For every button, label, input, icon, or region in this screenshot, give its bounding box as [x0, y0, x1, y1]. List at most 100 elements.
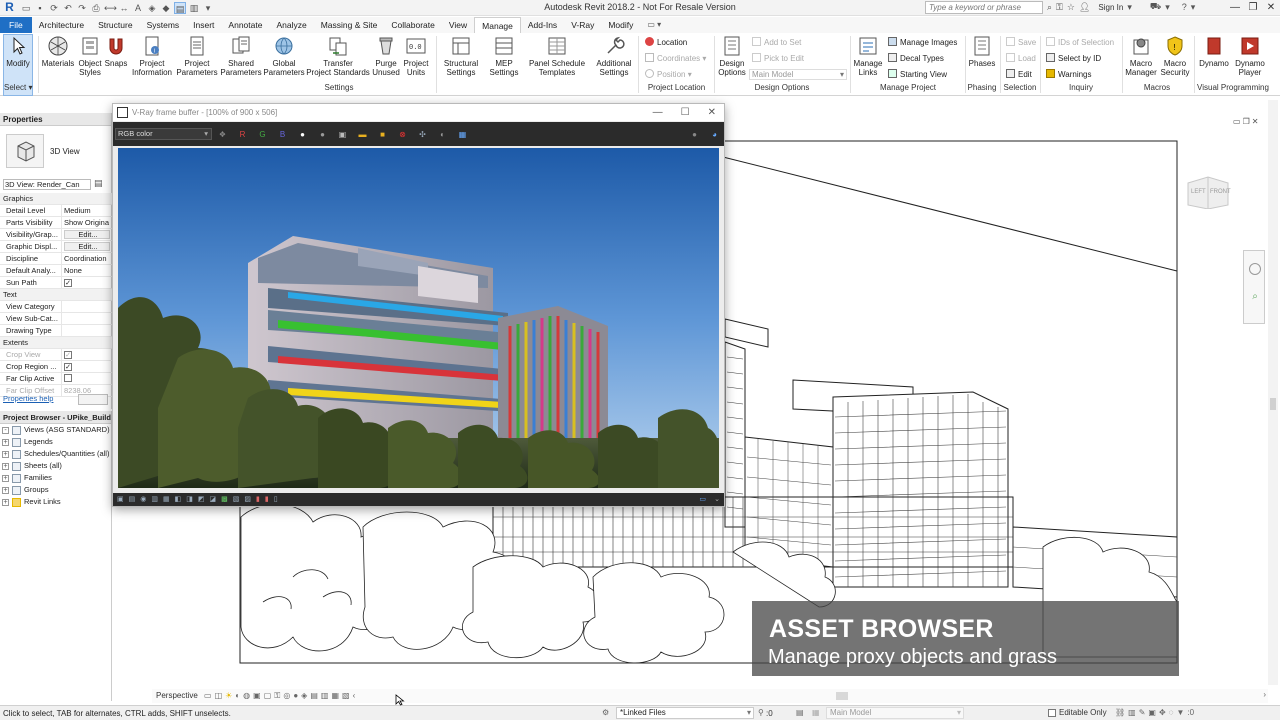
vray-lens-icon[interactable]: ◉ — [140, 495, 146, 503]
chevron-down-icon[interactable]: ▾ — [1127, 2, 1132, 13]
design-option-combo[interactable]: Main Model ▾ — [749, 69, 847, 80]
maximize-icon[interactable]: ❐ — [1244, 0, 1262, 15]
project-units-button[interactable]: 0.0 Project Units — [401, 35, 431, 77]
vray-curve-icon[interactable]: ◧ — [175, 495, 182, 503]
property-checkbox[interactable]: ✓ — [64, 363, 72, 371]
tab-structure[interactable]: Structure — [91, 17, 140, 33]
expand-toggle-icon[interactable]: + — [2, 462, 9, 470]
vray-stereo-icon[interactable]: ▮ — [256, 495, 260, 503]
tab-massing-site[interactable]: Massing & Site — [314, 17, 385, 33]
sun-path-icon[interactable]: ☀ — [225, 691, 232, 701]
vray-collapse-icon[interactable]: ⌄ — [714, 495, 720, 503]
zoom-icon[interactable]: ⌕ — [1249, 291, 1261, 303]
vray-hue-icon[interactable]: ▩ — [221, 495, 228, 503]
property-value[interactable] — [62, 301, 112, 312]
vray-history-icon[interactable]: ▣ — [117, 495, 124, 503]
design-options-button[interactable]: Design Options — [716, 35, 748, 77]
tab-analyze[interactable]: Analyze — [269, 17, 313, 33]
shared-parameters-button[interactable]: Shared Parameters — [218, 35, 264, 77]
shadows-icon[interactable]: ◐ — [235, 691, 240, 701]
save-selection-button[interactable]: Save — [1006, 37, 1036, 48]
close-view-icon[interactable]: ✕ — [1252, 117, 1259, 126]
rendering-dialog-icon[interactable]: ◍ — [243, 691, 250, 701]
tab-add-ins[interactable]: Add-Ins — [521, 17, 564, 33]
warnings-button[interactable]: Warnings — [1046, 69, 1092, 80]
close-icon[interactable]: ✕ — [1262, 0, 1280, 15]
pick-to-edit-button[interactable]: Pick to Edit — [752, 53, 804, 64]
vertical-scrollbar[interactable] — [1268, 100, 1278, 685]
help-icon[interactable]: ? — [1182, 2, 1187, 12]
property-checkbox[interactable] — [64, 374, 72, 382]
property-value[interactable]: Medium — [62, 205, 112, 216]
expand-toggle-icon[interactable]: - — [2, 426, 9, 434]
panel-schedule-templates-button[interactable]: Panel Schedule Templates — [528, 35, 586, 77]
tab-collaborate[interactable]: Collaborate — [384, 17, 441, 33]
phases-button[interactable]: Phases — [967, 35, 997, 68]
structural-settings-button[interactable]: Structural Settings — [440, 35, 482, 77]
transfer-project-standards-button[interactable]: Transfer Project Standards — [305, 35, 371, 77]
user-icon[interactable]: 👤︎ — [1079, 2, 1090, 13]
temp-hide-icon[interactable]: ◎ — [283, 691, 290, 701]
macro-security-button[interactable]: ! Macro Security — [1158, 35, 1192, 77]
detail-level-icon[interactable]: ▭ — [204, 691, 212, 701]
viewcube[interactable]: LEFT FRONT — [1186, 175, 1231, 210]
coordinates-button[interactable]: Coordinates ▾ — [645, 53, 706, 64]
maximize-view-icon[interactable]: ❐ — [1243, 117, 1250, 126]
select-underlay-icon[interactable]: ▥ — [1128, 708, 1136, 717]
filter-icon[interactable]: ⚲ — [758, 708, 764, 717]
tab-manage[interactable]: Manage — [474, 17, 521, 33]
crop-view-icon[interactable]: ▣ — [253, 691, 261, 701]
expand-toggle-icon[interactable]: + — [2, 486, 9, 494]
vray-srgb-icon[interactable]: ▮ — [265, 495, 269, 503]
design-option-status-combo[interactable]: Main Model ▾ — [826, 707, 964, 719]
global-parameters-button[interactable]: Global Parameters — [262, 35, 306, 77]
mep-settings-button[interactable]: MEP Settings — [486, 35, 522, 77]
chevron-down-icon[interactable]: ▾ — [1191, 2, 1196, 13]
decal-types-button[interactable]: Decal Types — [888, 53, 944, 64]
expand-toggle-icon[interactable]: + — [2, 474, 9, 482]
project-information-button[interactable]: i Project Information — [130, 35, 174, 77]
property-category[interactable]: Text — [0, 289, 112, 301]
ribbon-display-toggle[interactable]: ▭ ▾ — [640, 17, 668, 33]
restore-view-icon[interactable]: ▭ — [1233, 117, 1241, 126]
expand-toggle-icon[interactable]: + — [2, 450, 9, 458]
snaps-button[interactable]: Snaps — [103, 35, 129, 68]
green-channel-button[interactable]: G — [257, 129, 268, 140]
vray-white-balance-icon[interactable]: ◪ — [209, 495, 216, 503]
vray-exposure-icon[interactable]: ◩ — [198, 495, 205, 503]
property-value[interactable] — [62, 325, 112, 336]
subscription-icon[interactable]: ⚿ — [1056, 2, 1063, 13]
object-styles-button[interactable]: Object Styles — [75, 35, 105, 77]
worksharing-display-icon[interactable]: ◈ — [301, 691, 307, 701]
render-channel-select[interactable]: RGB color ▾ — [115, 128, 212, 140]
property-value[interactable]: Show Origina — [62, 217, 112, 228]
scroll-thumb[interactable] — [1270, 398, 1276, 410]
manage-images-button[interactable]: Manage Images — [888, 37, 957, 48]
vray-lut-icon[interactable]: ▧ — [233, 495, 240, 503]
browser-node[interactable]: + Revit Links — [0, 496, 111, 508]
favorites-icon[interactable]: ☆ — [1067, 2, 1075, 13]
main-model-icon[interactable]: ▦ — [812, 708, 820, 717]
unlock-view-icon[interactable]: ⚿ — [274, 691, 280, 701]
vray-background-icon[interactable]: ◨ — [186, 495, 193, 503]
monochrome-icon[interactable]: ● — [317, 129, 328, 140]
steering-wheel-icon[interactable] — [1249, 263, 1261, 275]
save-image-icon[interactable]: ▣ — [337, 129, 348, 140]
tab-v-ray[interactable]: V-Ray — [564, 17, 601, 33]
search-input[interactable]: Type a keyword or phrase — [925, 1, 1043, 14]
tab-view[interactable]: View — [442, 17, 474, 33]
property-edit-button[interactable]: Edit... — [64, 242, 110, 251]
tab-file[interactable]: File — [0, 17, 32, 33]
tab-insert[interactable]: Insert — [186, 17, 221, 33]
additional-settings-button[interactable]: Additional Settings — [594, 35, 634, 77]
add-to-set-button[interactable]: Add to Set — [752, 37, 801, 48]
property-category[interactable]: Extents — [0, 337, 112, 349]
vray-maximize-icon[interactable]: ☐ — [681, 104, 690, 121]
vray-minimize-icon[interactable]: — — [653, 104, 663, 121]
select-links-icon[interactable]: ⛓ — [1115, 708, 1125, 717]
browser-node[interactable]: + Groups — [0, 484, 111, 496]
active-workset-combo[interactable]: *Linked Files ▾ — [616, 707, 754, 719]
reveal-hidden-icon[interactable]: ● — [293, 691, 298, 701]
drag-elements-icon[interactable]: ✥ — [1159, 708, 1166, 717]
vray-settings-icon[interactable]: ▯ — [274, 495, 278, 503]
